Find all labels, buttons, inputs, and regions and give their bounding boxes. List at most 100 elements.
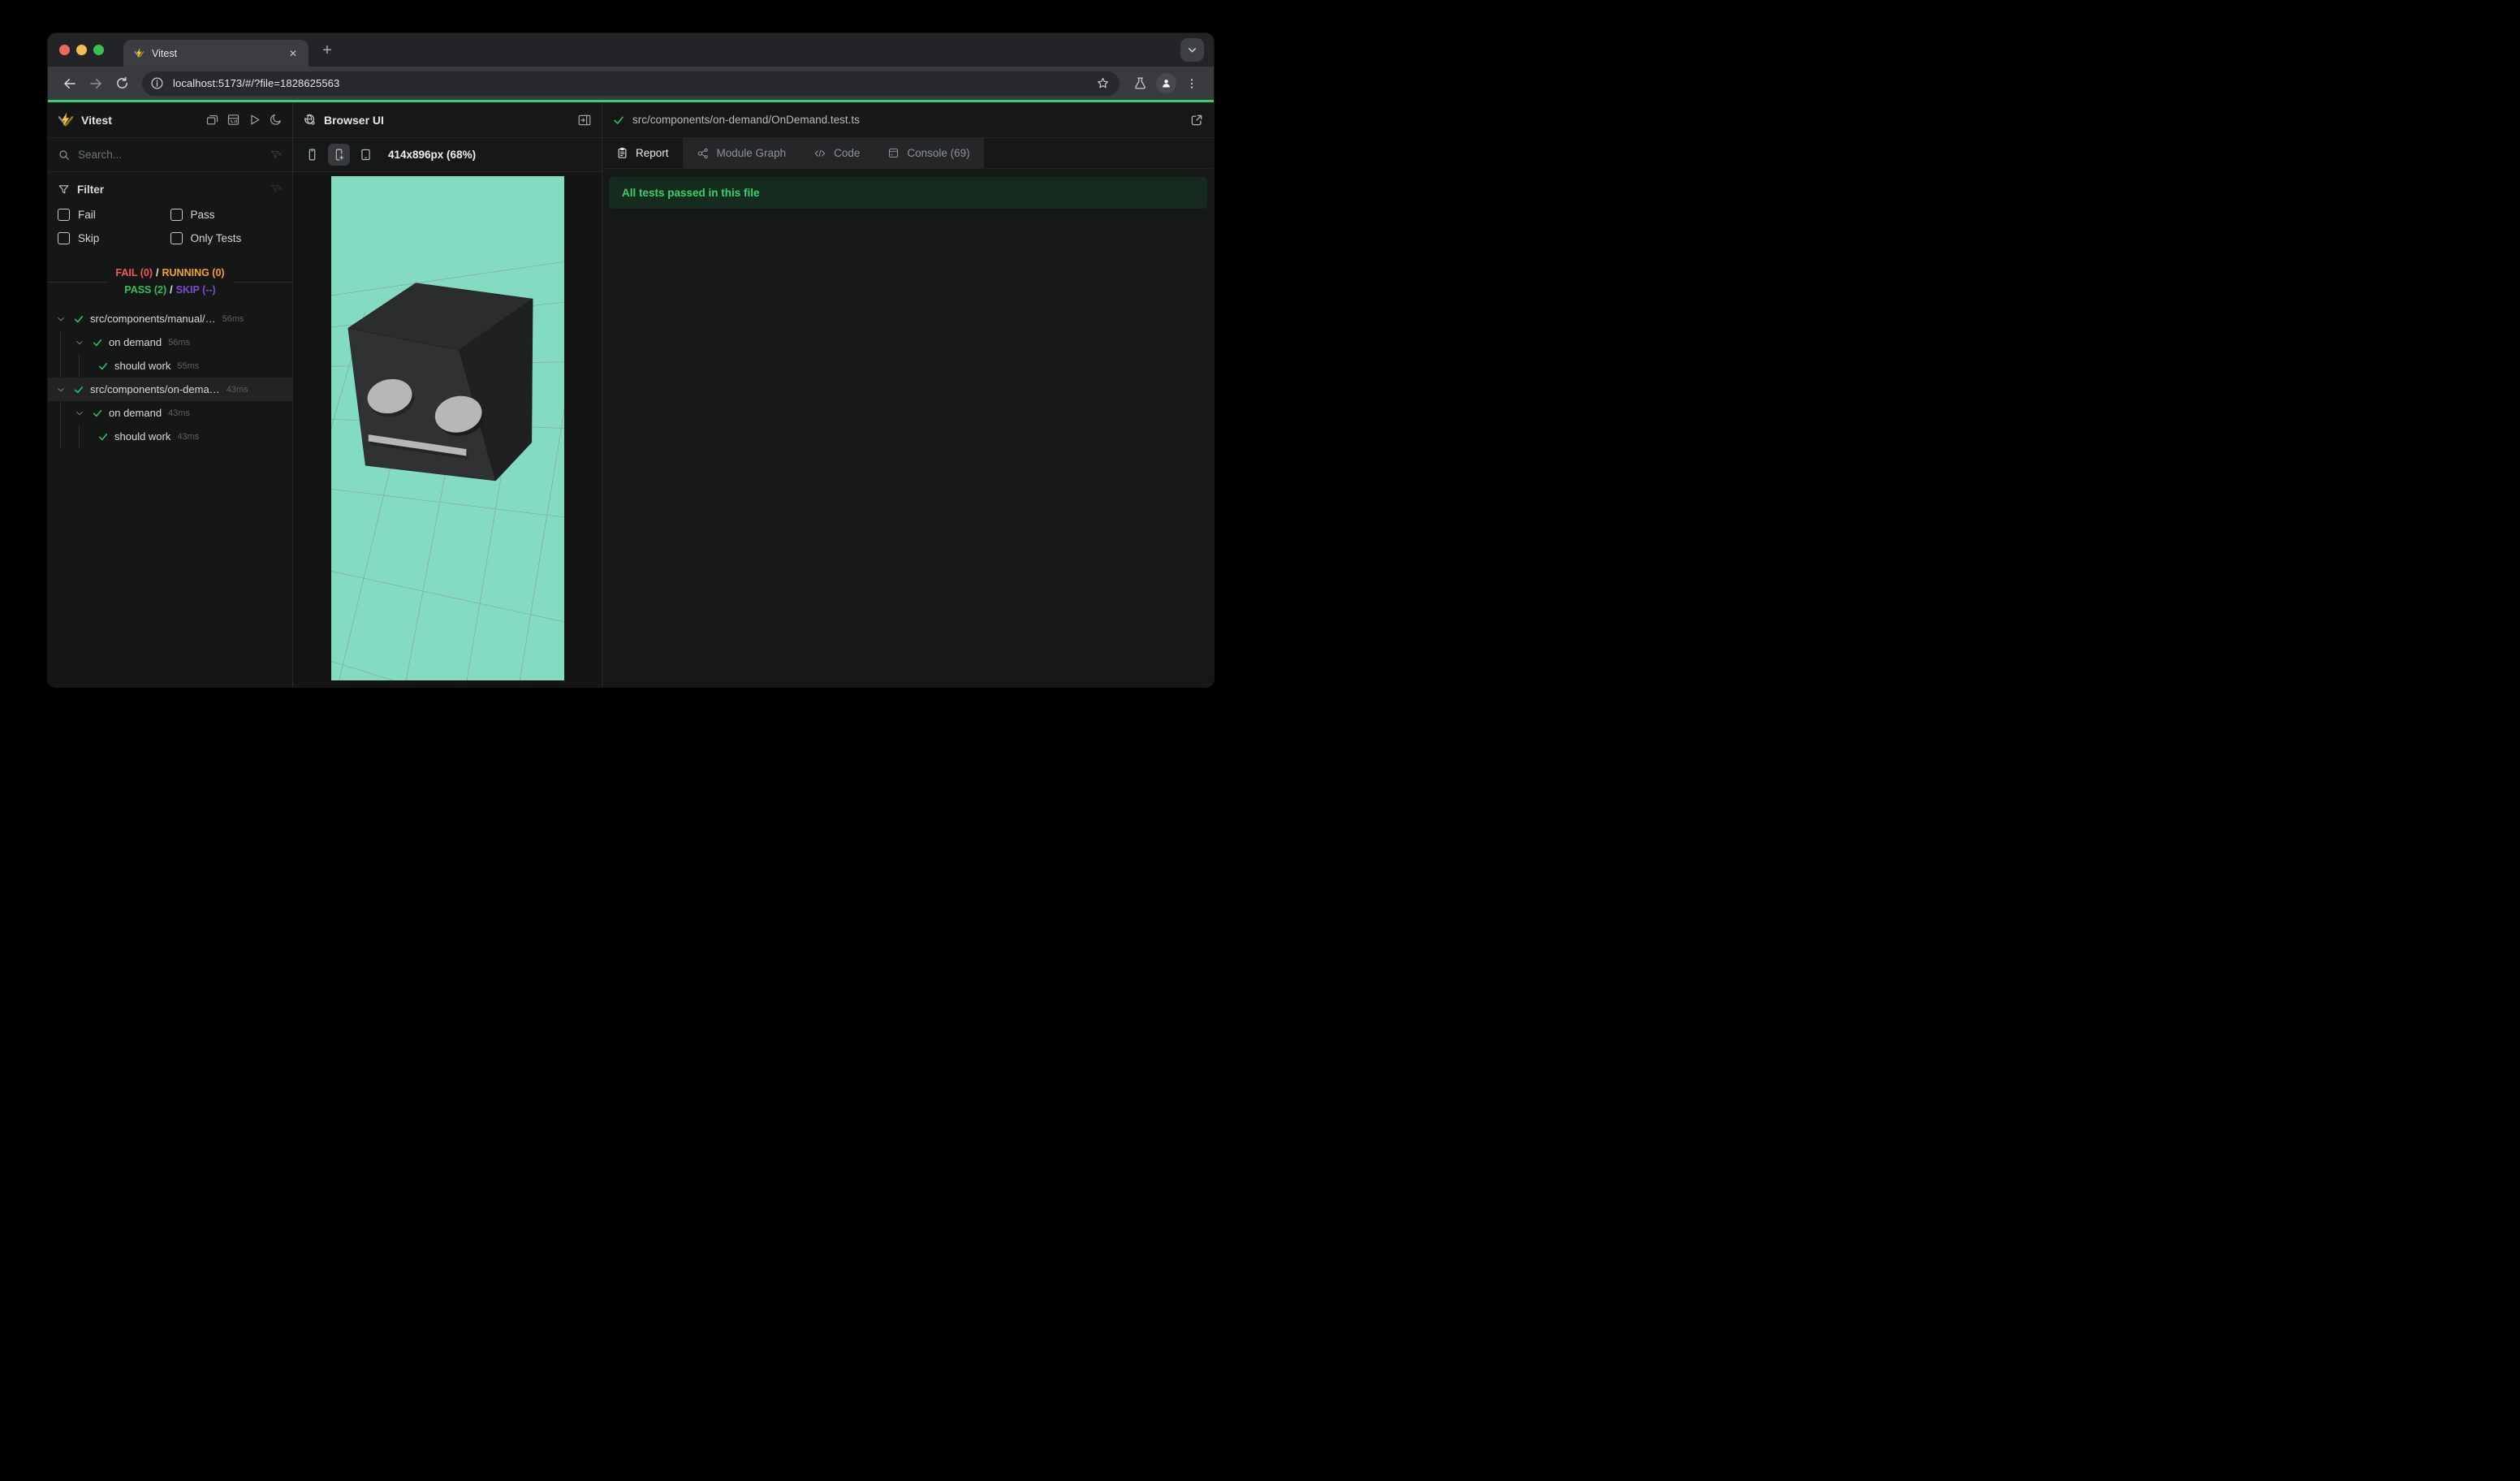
summary-segment: / <box>170 284 173 296</box>
pass-check-icon <box>97 361 110 372</box>
test-name: src/components/manual/… <box>90 313 216 325</box>
search-icon <box>58 149 71 162</box>
chevron-down-icon[interactable] <box>54 385 67 395</box>
address-bar[interactable]: localhost:5173/#/?file=1828625563 <box>142 71 1120 96</box>
preview-stage <box>293 172 602 687</box>
test-name: on demand <box>109 407 162 419</box>
results-tabbar: Report Module Graph Code Console (69) <box>602 138 1214 169</box>
test-tree-row[interactable]: should work 43ms <box>48 425 292 448</box>
dark-mode-moon-icon[interactable] <box>269 113 283 127</box>
clear-filter-icon[interactable] <box>270 149 283 162</box>
test-duration: 56ms <box>222 313 244 324</box>
dashboard-icon[interactable] <box>227 113 240 127</box>
app-title: Vitest <box>81 113 112 127</box>
checkbox <box>58 209 70 221</box>
pass-check-icon <box>612 114 625 127</box>
tab-console[interactable]: Console (69) <box>874 138 983 168</box>
test-duration: 43ms <box>226 384 248 395</box>
test-duration: 55ms <box>177 361 200 371</box>
summary-segment: SKIP (--) <box>175 284 216 296</box>
bookmark-star-icon[interactable] <box>1096 76 1110 90</box>
tab-close-icon[interactable]: ✕ <box>286 46 300 61</box>
console-icon <box>889 148 899 158</box>
checkbox <box>170 209 183 221</box>
test-name: should work <box>114 430 171 443</box>
sidebar: Vitest Search... Filter Fail Pass Skip O… <box>48 102 293 687</box>
vitest-logo-icon <box>58 112 74 128</box>
device-phone-plus-button[interactable] <box>328 144 350 166</box>
test-summary: FAIL (0) / RUNNING (0) PASS (2) / SKIP (--) <box>48 265 292 299</box>
chevron-down-icon[interactable] <box>73 408 86 418</box>
summary-segment: / <box>156 267 159 278</box>
device-tablet-button[interactable] <box>355 144 377 166</box>
checkbox <box>58 232 70 244</box>
summary-segment: RUNNING (0) <box>162 267 225 278</box>
app-viewport[interactable] <box>330 176 564 680</box>
summary-line-fail-running: FAIL (0) / RUNNING (0) <box>114 265 226 282</box>
preview-header: Browser UI <box>293 102 602 138</box>
filter-checkbox-skip[interactable]: Skip <box>58 227 170 250</box>
test-tree-row[interactable]: should work 55ms <box>48 354 292 378</box>
filter-title: Filter <box>77 183 105 196</box>
results-header: src/components/on-demand/OnDemand.test.t… <box>602 102 1214 138</box>
dock-panel-right-icon[interactable] <box>577 113 592 127</box>
fullscreen-window-button[interactable] <box>93 45 104 55</box>
checkbox <box>170 232 183 244</box>
chevron-down-icon <box>1189 48 1196 53</box>
tab-code[interactable]: Code <box>800 138 874 168</box>
code-icon <box>814 149 826 157</box>
collapse-panels-icon[interactable] <box>205 113 219 127</box>
search-row <box>48 138 292 172</box>
test-name: should work <box>114 360 171 372</box>
forward-button[interactable] <box>84 71 108 96</box>
test-name: on demand <box>109 336 162 348</box>
test-tree: src/components/manual/… 56ms on demand 5… <box>48 304 292 687</box>
filter-checkbox-fail[interactable]: Fail <box>58 203 170 227</box>
clear-filter-icon[interactable] <box>270 183 283 196</box>
minimize-window-button[interactable] <box>76 45 87 55</box>
test-file-path: src/components/on-demand/OnDemand.test.t… <box>632 114 860 126</box>
tab-title: Vitest <box>152 47 178 59</box>
preview-title: Browser UI <box>324 113 384 127</box>
summary-segment: FAIL (0) <box>115 267 153 278</box>
pass-check-icon <box>72 313 85 325</box>
filter-header: Filter <box>48 172 292 198</box>
test-tree-row[interactable]: on demand 43ms <box>48 401 292 425</box>
run-all-play-icon[interactable] <box>248 113 261 127</box>
experiments-flask-icon[interactable] <box>1128 71 1152 96</box>
filter-options: Fail Pass Skip Only Tests <box>48 198 292 255</box>
open-in-editor-icon[interactable] <box>1189 113 1204 127</box>
viewport-dimensions: 414x896px (68%) <box>388 149 477 161</box>
test-tree-row[interactable]: on demand 56ms <box>48 330 292 354</box>
device-phone-button[interactable] <box>301 144 323 166</box>
new-tab-button[interactable]: + <box>317 40 338 61</box>
tab-search-button[interactable] <box>1180 38 1204 62</box>
traffic-lights <box>59 45 104 55</box>
clipboard-icon <box>618 147 627 158</box>
url-text[interactable]: localhost:5173/#/?file=1828625563 <box>173 77 1090 89</box>
search-input[interactable] <box>78 149 262 161</box>
browser-tab[interactable]: Vitest ✕ <box>123 40 309 67</box>
test-tree-row[interactable]: src/components/on-dema… 43ms <box>48 378 292 401</box>
globe-icon <box>303 113 317 127</box>
summary-segment: PASS (2) <box>124 284 167 296</box>
close-window-button[interactable] <box>59 45 70 55</box>
tab-module-graph[interactable]: Module Graph <box>683 138 800 168</box>
filter-checkbox-only-tests[interactable]: Only Tests <box>170 227 283 250</box>
back-button[interactable] <box>58 71 82 96</box>
test-duration: 56ms <box>168 337 190 348</box>
chevron-down-icon[interactable] <box>73 338 86 348</box>
reload-button[interactable] <box>110 71 134 96</box>
profile-button[interactable] <box>1154 71 1178 96</box>
tab-report[interactable]: Report <box>602 138 683 168</box>
site-info-icon[interactable] <box>147 74 166 93</box>
chevron-down-icon[interactable] <box>54 314 67 324</box>
tab-strip: Vitest ✕ + <box>48 33 1214 67</box>
pass-check-icon <box>91 337 104 348</box>
test-duration: 43ms <box>168 408 190 418</box>
browser-window: Vitest ✕ + localhost:5173/#/?file=182862… <box>48 33 1214 687</box>
filter-checkbox-pass[interactable]: Pass <box>170 203 283 227</box>
test-tree-row[interactable]: src/components/manual/… 56ms <box>48 307 292 330</box>
menu-kebab-icon[interactable] <box>1180 71 1204 96</box>
sidebar-header: Vitest <box>48 102 292 138</box>
